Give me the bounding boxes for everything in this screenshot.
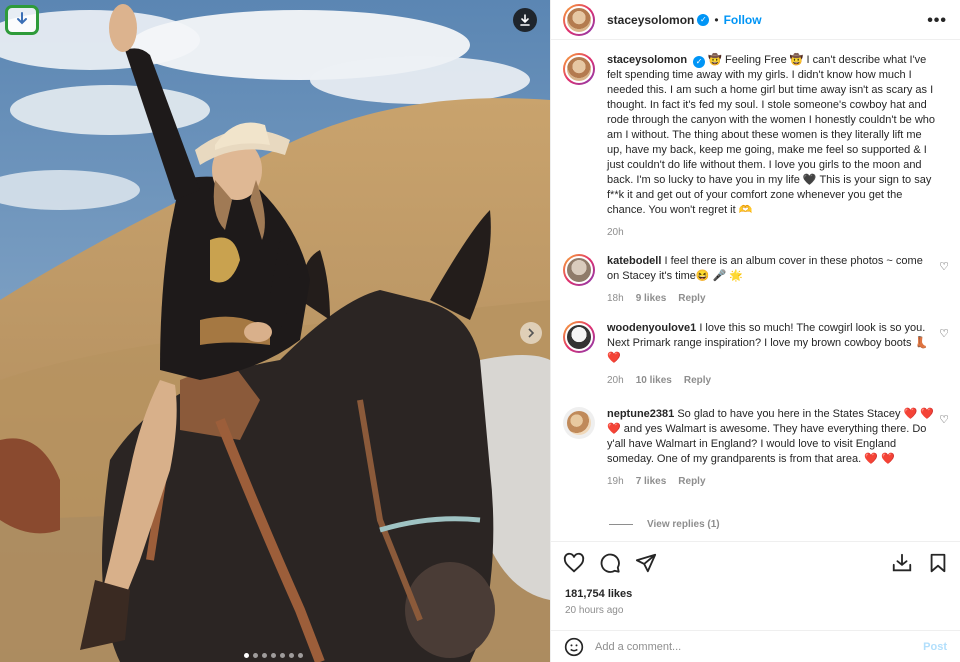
caption-avatar[interactable] [563, 53, 595, 85]
verified-badge-icon: ✓ [693, 56, 706, 68]
caption-body: staceysolomon ✓ 🤠 Feeling Free 🤠 I can't… [607, 53, 937, 240]
view-replies-label[interactable]: View replies (1) [647, 519, 720, 530]
carousel-dot [262, 653, 267, 658]
comment-time: 19h [607, 476, 624, 487]
download-tray-icon[interactable] [891, 552, 913, 574]
post-details-panel: staceysolomon ✓ • Follow ••• staceysolom… [550, 0, 960, 662]
author-username[interactable]: staceysolomon [607, 13, 694, 27]
carousel-dot [280, 653, 285, 658]
reply-button[interactable]: Reply [678, 291, 705, 306]
comment-item: katebodell I feel there is an album cove… [563, 254, 949, 306]
comment-item: woodenyoulove1 I love this so much! The … [563, 321, 949, 388]
post-actions: 181,754 likes 20 hours ago [551, 541, 960, 627]
comment-username[interactable]: katebodell [607, 255, 661, 267]
secondary-actions [891, 552, 949, 574]
photo-download-button[interactable] [513, 8, 537, 32]
comment-body: woodenyoulove1 I love this so much! The … [607, 321, 937, 388]
comment-avatar[interactable] [563, 321, 595, 353]
add-comment-bar: Post [551, 630, 960, 662]
like-heart-icon[interactable] [563, 552, 585, 574]
primary-actions [563, 552, 657, 574]
comment-body: katebodell I feel there is an album cove… [607, 254, 937, 306]
post-photo[interactable] [0, 0, 550, 662]
comment-likes[interactable]: 10 likes [636, 373, 672, 388]
carousel-dot [244, 653, 249, 658]
comment-likes[interactable]: 9 likes [636, 291, 667, 306]
caption-username[interactable]: staceysolomon [607, 54, 687, 66]
comment-bubble-icon[interactable] [599, 552, 621, 574]
comment-meta: 19h 7 likes Reply [607, 474, 937, 489]
caption-meta: 20h [607, 225, 937, 240]
caption: staceysolomon ✓ 🤠 Feeling Free 🤠 I can't… [563, 53, 949, 240]
likes-count[interactable]: 181,754 likes [565, 588, 632, 600]
comment-avatar[interactable] [563, 254, 595, 286]
view-replies-line [609, 524, 633, 525]
caption-time: 20h [607, 227, 624, 238]
comment-meta: 18h 9 likes Reply [607, 291, 937, 306]
carousel-next-button[interactable] [520, 322, 542, 344]
comment-likes[interactable]: 7 likes [636, 474, 667, 489]
carousel-dot [253, 653, 258, 658]
extension-download-button[interactable] [5, 5, 39, 35]
comment-like-heart-icon[interactable]: ♡ [939, 327, 949, 340]
reply-button[interactable]: Reply [678, 474, 705, 489]
author-avatar[interactable] [563, 3, 595, 36]
reply-button[interactable]: Reply [684, 373, 711, 388]
comment-avatar[interactable] [563, 407, 595, 439]
view-replies-button[interactable]: View replies (1) [609, 519, 720, 530]
comment-like-heart-icon[interactable]: ♡ [939, 260, 949, 273]
verified-badge-icon: ✓ [697, 13, 710, 26]
instagram-post-modal: staceysolomon ✓ • Follow ••• staceysolom… [0, 0, 960, 662]
comment-meta: 20h 10 likes Reply [607, 373, 937, 388]
comment-username[interactable]: woodenyoulove1 [607, 322, 696, 334]
share-paper-plane-icon[interactable] [635, 552, 657, 574]
post-time: 20 hours ago [565, 605, 624, 616]
carousel-dot [289, 653, 294, 658]
comment-body: neptune2381 So glad to have you here in … [607, 407, 937, 489]
carousel-dot [271, 653, 276, 658]
comment-time: 18h [607, 293, 624, 304]
post-header: staceysolomon ✓ • Follow ••• [551, 0, 960, 40]
comments-list[interactable]: staceysolomon ✓ 🤠 Feeling Free 🤠 I can't… [551, 41, 960, 541]
carousel-indicator [244, 653, 303, 658]
comment-username[interactable]: neptune2381 [607, 408, 674, 420]
follow-button[interactable]: Follow [724, 13, 762, 27]
photo-scene [0, 0, 550, 662]
bookmark-icon[interactable] [927, 552, 949, 574]
chevron-right-icon [528, 328, 535, 338]
comment-time: 20h [607, 375, 624, 386]
comment-input[interactable] [595, 640, 915, 653]
caption-text: 🤠 Feeling Free 🤠 I can't describe what I… [607, 54, 936, 216]
download-icon [520, 14, 530, 26]
post-comment-button[interactable]: Post [923, 641, 947, 653]
carousel-dot [298, 653, 303, 658]
comment-like-heart-icon[interactable]: ♡ [939, 413, 949, 426]
comment-item: neptune2381 So glad to have you here in … [563, 407, 949, 489]
separator-dot: • [714, 12, 719, 27]
more-horizontal-icon[interactable]: ••• [927, 12, 947, 30]
emoji-smiley-icon[interactable] [563, 636, 585, 658]
arrow-down-icon [17, 12, 27, 25]
